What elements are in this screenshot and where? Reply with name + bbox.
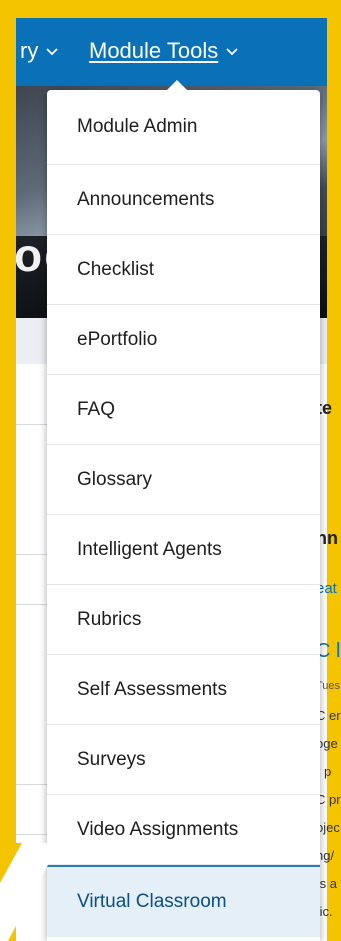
left-panel-divider — [16, 554, 48, 555]
menu-item-label: Intelligent Agents — [77, 538, 222, 560]
menu-item-video-assignments[interactable]: Video Assignments — [47, 795, 320, 865]
menu-item-label: Announcements — [77, 188, 215, 210]
frame-left — [0, 0, 16, 941]
menu-item-label: Module Admin — [77, 116, 198, 137]
chevron-down-icon — [226, 48, 238, 56]
left-panel-divider — [16, 834, 48, 835]
menu-item-glossary[interactable]: Glossary — [47, 445, 320, 515]
menu-item-label: ePortfolio — [77, 328, 158, 350]
nav-item-module-tools-label: Module Tools — [89, 38, 219, 63]
menu-item-intelligent-agents[interactable]: Intelligent Agents — [47, 515, 320, 585]
dropdown-caret — [167, 80, 187, 90]
chevron-down-icon — [46, 48, 58, 56]
menu-item-label: Surveys — [77, 748, 146, 770]
module-tools-dropdown: Module Admin Announcements Checklist ePo… — [47, 90, 320, 941]
menu-item-label: Rubrics — [77, 608, 142, 630]
left-panel-divider — [16, 784, 48, 785]
left-panel-divider — [16, 424, 48, 425]
menu-item-surveys[interactable]: Surveys — [47, 725, 320, 795]
menu-item-label: Checklist — [77, 258, 155, 280]
left-panel-divider — [16, 604, 48, 605]
menu-item-rubrics[interactable]: Rubrics — [47, 585, 320, 655]
nav-item-history-label: ry — [20, 38, 39, 63]
menu-item-label: Self Assessments — [77, 678, 227, 700]
menu-item-label: Virtual Classroom — [77, 891, 227, 912]
menu-item-virtual-classroom[interactable]: Virtual Classroom — [47, 865, 320, 937]
menu-item-checklist[interactable]: Checklist — [47, 235, 320, 305]
menu-item-announcements[interactable]: Announcements — [47, 165, 320, 235]
nav-item-module-tools[interactable]: Module Tools — [89, 38, 240, 64]
menu-item-eportfolio[interactable]: ePortfolio — [47, 305, 320, 375]
menu-item-self-assessments[interactable]: Self Assessments — [47, 655, 320, 725]
speech-bubble-icon — [0, 843, 50, 941]
nav-item-history[interactable]: ry — [20, 38, 60, 64]
top-navigation-bar: ry Module Tools — [16, 18, 327, 86]
menu-item-module-admin[interactable]: Module Admin — [47, 90, 320, 165]
menu-item-label: FAQ — [77, 398, 116, 420]
menu-item-label: Video Assignments — [77, 818, 239, 840]
menu-item-label: Glossary — [77, 468, 152, 490]
menu-item-faq[interactable]: FAQ — [47, 375, 320, 445]
